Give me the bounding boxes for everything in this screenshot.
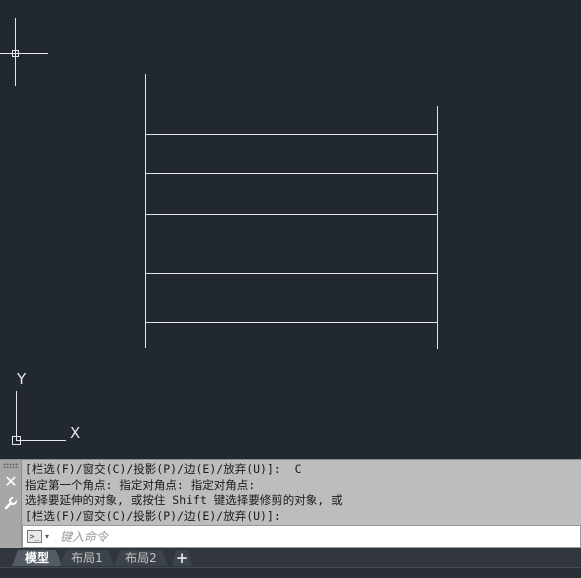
ucs-y-label: Y (17, 370, 27, 388)
add-layout-button[interactable]: + (172, 550, 192, 566)
history-line: [栏选(F)/窗交(C)/投影(P)/边(E)/放弃(U)]: (25, 508, 281, 523)
command-prompt-icon: >_ (27, 530, 42, 543)
command-input[interactable] (60, 528, 560, 545)
history-line: 选择要延伸的对象, 或按住 Shift 键选择要修剪的对象, 或 (25, 493, 343, 507)
tabbar-baseline (0, 567, 581, 578)
close-icon[interactable]: ✕ (3, 474, 19, 490)
history-line: [栏选(F)/窗交(C)/投影(P)/边(E)/放弃(U)]: C (25, 462, 302, 476)
grip-icon[interactable] (3, 463, 19, 468)
tab-layout2[interactable]: 布局2 (114, 550, 168, 566)
command-input-row: >_ ▾ (22, 525, 581, 548)
command-prompt-button[interactable]: >_ ▾ (27, 530, 55, 544)
chevron-down-icon: ▾ (45, 532, 50, 541)
history-line: 指定第一个角点: 指定对角点: 指定对角点: (25, 477, 256, 492)
command-line-panel: ✕ [栏选(F)/窗交(C)/投影(P)/边(E)/放弃(U)]: C 指定第一… (0, 459, 581, 549)
tab-model[interactable]: 模型 (12, 550, 62, 566)
drawing-canvas[interactable]: Y X (0, 0, 581, 459)
command-history: [栏选(F)/窗交(C)/投影(P)/边(E)/放弃(U)]: C 指定第一个角… (25, 462, 575, 524)
drawing-geometry (0, 18, 438, 445)
ucs-x-label: X (70, 424, 81, 442)
tab-layout1[interactable]: 布局1 (60, 550, 114, 566)
ucs-icon (12, 391, 66, 445)
command-line-gutter: ✕ (0, 460, 22, 549)
wrench-icon[interactable] (3, 496, 19, 512)
layout-tab-bar: 模型 布局1 布局2 + (0, 548, 581, 578)
crosshair-cursor (0, 18, 48, 86)
